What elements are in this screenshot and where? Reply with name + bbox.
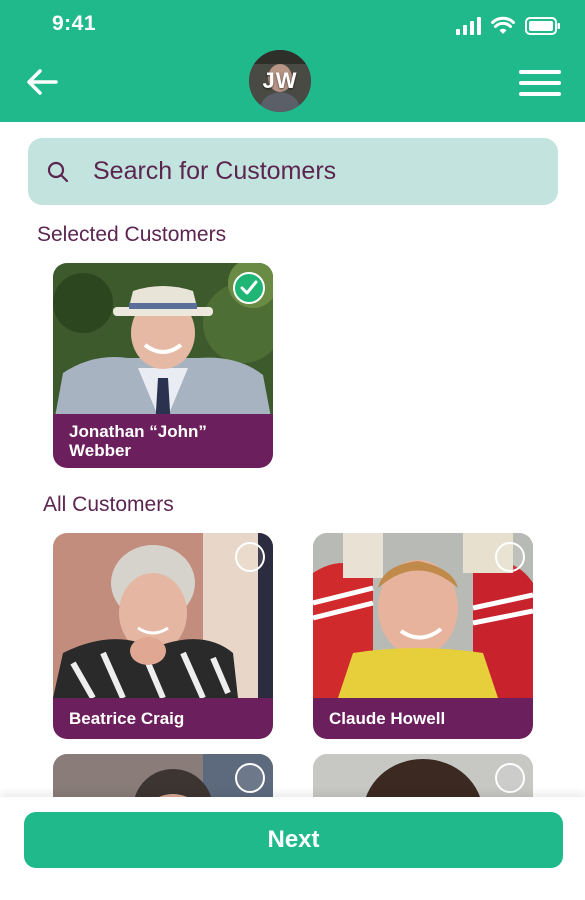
wifi-icon bbox=[491, 16, 515, 35]
customer-card[interactable]: Beatrice Craig bbox=[53, 533, 273, 739]
search-bar[interactable] bbox=[28, 138, 558, 205]
search-input[interactable] bbox=[93, 157, 513, 186]
hamburger-menu-button[interactable] bbox=[519, 70, 561, 96]
avatar-initials: JW bbox=[262, 68, 298, 93]
menu-line bbox=[519, 81, 561, 85]
customer-card[interactable]: Claude Howell bbox=[313, 533, 533, 739]
next-button[interactable]: Next bbox=[24, 812, 563, 868]
menu-line bbox=[519, 70, 561, 74]
select-radio[interactable] bbox=[235, 542, 265, 572]
bottom-action-bar: Next bbox=[0, 797, 585, 900]
signal-icon bbox=[456, 17, 481, 35]
back-button[interactable] bbox=[22, 64, 62, 100]
all-customers-heading: All Customers bbox=[43, 493, 174, 516]
customer-card-selected[interactable]: Jonathan “John” Webber bbox=[53, 263, 273, 468]
battery-icon bbox=[525, 17, 561, 35]
arrow-left-icon bbox=[27, 69, 58, 95]
status-icons bbox=[456, 13, 561, 35]
menu-line bbox=[519, 92, 561, 96]
customer-name: Beatrice Craig bbox=[53, 698, 273, 739]
search-icon bbox=[45, 159, 71, 185]
selected-customers-heading: Selected Customers bbox=[37, 223, 227, 246]
customer-name: Claude Howell bbox=[313, 698, 533, 739]
selected-check-icon[interactable] bbox=[233, 272, 265, 304]
customer-name: Jonathan “John” Webber bbox=[53, 414, 273, 468]
select-radio[interactable] bbox=[235, 763, 265, 793]
app-header: 9:41 JW bbox=[0, 0, 585, 122]
select-radio[interactable] bbox=[495, 542, 525, 572]
status-time: 9:41 bbox=[52, 12, 97, 35]
user-avatar[interactable]: JW bbox=[249, 50, 311, 112]
select-radio[interactable] bbox=[495, 763, 525, 793]
